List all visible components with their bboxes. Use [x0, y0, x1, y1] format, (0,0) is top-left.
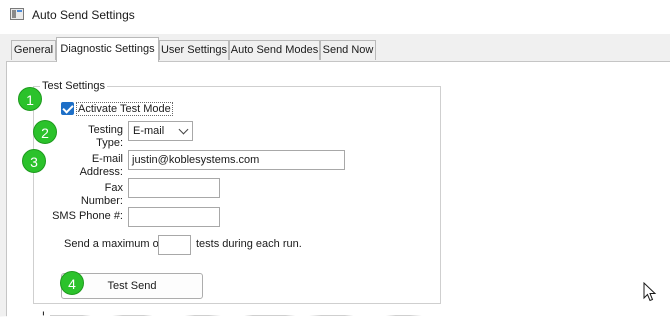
- sms-phone-label: SMS Phone #:: [52, 210, 123, 222]
- max-tests-field[interactable]: [158, 235, 191, 255]
- sms-phone-field[interactable]: [128, 207, 220, 227]
- settings-window: Auto Send Settings General Diagnostic Se…: [0, 0, 670, 321]
- email-address-label: E-mail Address:: [79, 153, 123, 178]
- tab-auto-send-modes[interactable]: Auto Send Modes: [229, 40, 320, 60]
- tab-diagnostic-settings[interactable]: Diagnostic Settings: [56, 37, 159, 62]
- test-settings-group-title: Test Settings: [40, 80, 107, 92]
- step-badge-1: 1: [18, 87, 42, 111]
- activate-test-mode-label[interactable]: Activate Test Mode: [76, 102, 173, 116]
- fax-number-field[interactable]: [128, 178, 220, 198]
- step-badge-2: 2: [33, 120, 57, 144]
- mouse-pointer-icon: [643, 282, 657, 302]
- tab-general[interactable]: General: [11, 40, 56, 60]
- settings-window-icon: [10, 8, 24, 20]
- testing-type-select[interactable]: E-mail: [128, 121, 193, 141]
- step-badge-4: 4: [60, 271, 84, 295]
- fax-number-label: Fax Number:: [80, 182, 123, 207]
- tab-send-now[interactable]: Send Now: [320, 40, 376, 60]
- max-tests-prefix-label: Send a maximum of: [64, 238, 162, 250]
- title-bar: Auto Send Settings: [0, 0, 670, 34]
- activate-test-mode-checkbox[interactable]: [61, 102, 74, 115]
- testing-type-value: E-mail: [133, 125, 165, 137]
- email-address-field[interactable]: justin@koblesystems.com: [128, 150, 345, 170]
- chevron-down-icon: [178, 124, 189, 135]
- step-badge-3: 3: [22, 149, 46, 173]
- tab-user-settings[interactable]: User Settings: [159, 40, 229, 60]
- testing-type-label: Testing Type:: [88, 124, 123, 149]
- window-title: Auto Send Settings: [32, 8, 135, 22]
- max-tests-suffix-label: tests during each run.: [196, 238, 302, 250]
